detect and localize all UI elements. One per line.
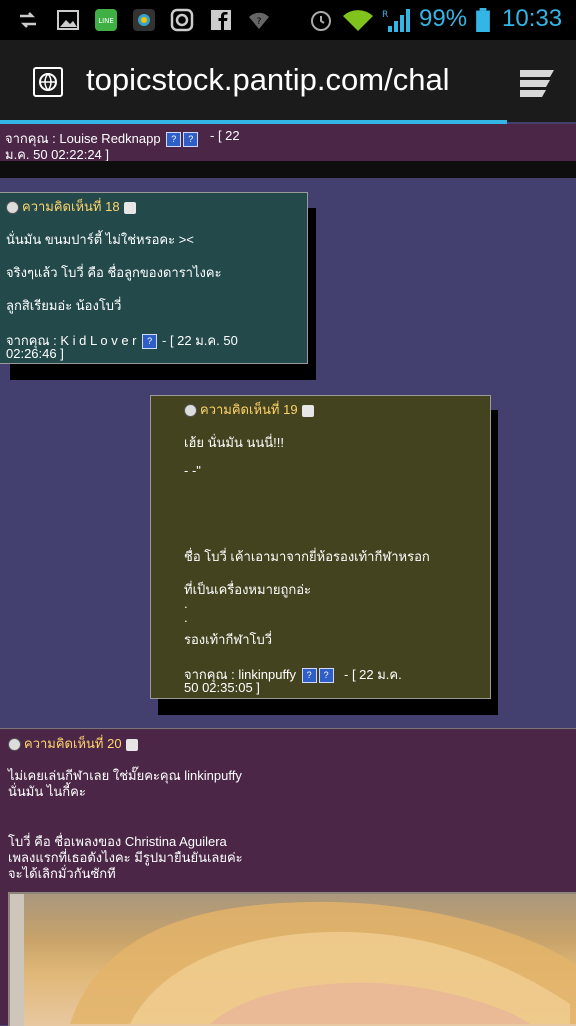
- message-icon[interactable]: ?: [183, 132, 199, 148]
- wifi-question-icon: ?: [249, 12, 269, 29]
- wifi-icon: [343, 10, 373, 32]
- magnifier-icon: [6, 201, 19, 215]
- message-icon[interactable]: ?: [318, 668, 334, 684]
- svg-text:R: R: [382, 10, 388, 20]
- comment-18-box: ความคิดเห็นที่ 18 นั่นมัน ขนมปาร์ตี้ ไม่…: [0, 192, 308, 364]
- profile-icon[interactable]: ?: [166, 132, 182, 148]
- comment-17-date-start: - [ 22: [210, 128, 240, 143]
- comment-19-line: .: [184, 596, 188, 611]
- comment-20-line: นั่นมัน ไนกี้คะ: [8, 784, 86, 799]
- svg-text:?: ?: [257, 17, 262, 27]
- battery-percent: 99%: [419, 5, 468, 32]
- facebook-icon: [211, 10, 231, 30]
- status-bar: LINE ? R 99% 10:33: [0, 0, 576, 40]
- gallery-icon: [57, 10, 79, 30]
- comment-19-line: เฮ้ย นั่นมัน นนนี่!!!: [184, 435, 284, 450]
- browser-toolbar: topicstock.pantip.com/chal: [0, 40, 576, 122]
- christina-aguilera-photo[interactable]: [8, 892, 576, 1026]
- comment-20-line: จะได้เลิกมั่วกันซักที: [8, 866, 116, 881]
- profile-icon[interactable]: ?: [142, 334, 158, 350]
- comment-18-header: ความคิดเห็นที่ 18: [22, 199, 120, 214]
- line-app-icon: LINE: [95, 9, 117, 31]
- comment-18-line: จริงๆแล้ว โบวี่ คือ ชื่อลูกของดาราไงคะ: [6, 265, 222, 280]
- comment-17-footer: จากคุณ : Louise Redknapp ?? - [ 22 ม.ค. …: [0, 124, 576, 162]
- comment-18-date: 02:26:46 ]: [6, 346, 64, 361]
- photo-hair-image: [70, 901, 576, 1024]
- magnifier-icon: [8, 738, 21, 752]
- comment-19-line: .: [184, 610, 188, 625]
- url-field[interactable]: topicstock.pantip.com/chal: [86, 62, 492, 98]
- comment-18-date-start: - [ 22 ม.ค. 50: [162, 333, 238, 348]
- instagram-icon: [170, 8, 194, 32]
- comment-19-line: ที่เป็นเครื่องหมายถูกอ่ะ: [184, 582, 312, 597]
- camera-app-icon: [133, 9, 155, 31]
- alarm-icon: [311, 11, 331, 31]
- comment-19-header: ความคิดเห็นที่ 19: [200, 402, 298, 417]
- comment-19-line: ชื่อ โบวี่ เค้าเอามาจากยี่ห้อรองเท้ากีฬา…: [184, 549, 430, 564]
- profile-icon[interactable]: ?: [301, 668, 317, 684]
- emoticon-icon: [301, 404, 314, 417]
- site-favicon-icon[interactable]: [33, 67, 63, 97]
- clock: 10:33: [502, 5, 563, 32]
- tabs-icon[interactable]: [518, 68, 556, 98]
- sync-icon: [20, 12, 36, 28]
- comment-19-box: ความคิดเห็นที่ 19 เฮ้ย นั่นมัน นนนี่!!! …: [150, 395, 491, 699]
- signal-icon: R: [382, 9, 410, 32]
- comment-18-line: ลูกสิเรียมอ่ะ น้องโบวี่: [6, 298, 122, 313]
- comment-19-date: 50 02:35:05 ]: [184, 680, 260, 695]
- emoticon-icon: [125, 738, 138, 751]
- battery-icon: [476, 8, 490, 32]
- svg-text:LINE: LINE: [98, 17, 114, 25]
- comment-18-line: นั่นมัน ขนมปาร์ตี้ ไม่ใช่หรอคะ ><: [6, 232, 194, 247]
- separator: [0, 161, 576, 178]
- emoticon-icon: [123, 201, 136, 214]
- comment-19-line: - -": [184, 463, 201, 478]
- magnifier-icon: [184, 404, 197, 418]
- comment-20-header: ความคิดเห็นที่ 20: [24, 736, 122, 751]
- comment-19-date-start: - [ 22 ม.ค.: [344, 667, 402, 682]
- comment-19-line: รองเท้ากีฬาโบวี่: [184, 632, 273, 647]
